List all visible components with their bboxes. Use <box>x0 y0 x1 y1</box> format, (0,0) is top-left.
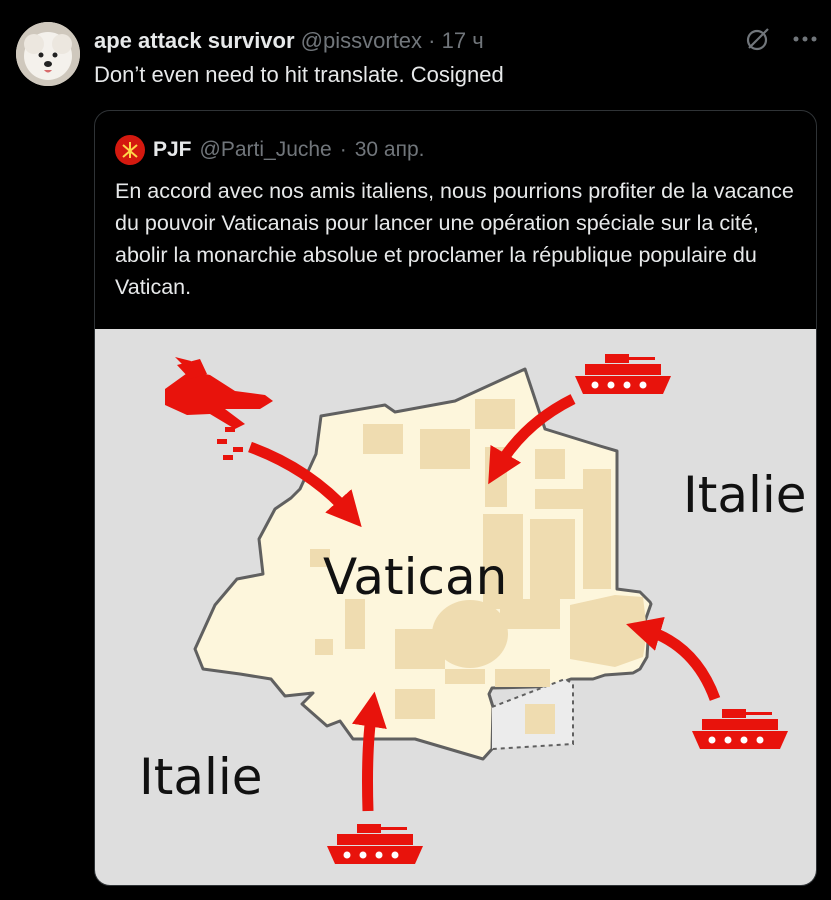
author-handle[interactable]: @pissvortex <box>301 28 422 53</box>
tank-icon-bottom <box>327 824 423 864</box>
tank-icon-right <box>692 709 788 749</box>
author-avatar[interactable] <box>16 22 80 86</box>
tank-icon-top <box>575 354 671 394</box>
more-icon[interactable] <box>793 35 817 43</box>
vatican-map-image[interactable]: Vatican Italie Italie <box>95 329 816 885</box>
separator-dot: · <box>428 28 436 53</box>
arrow-tank-right <box>626 616 721 701</box>
separator-dot: · <box>339 138 347 161</box>
post-actions <box>745 26 817 52</box>
quoted-author-handle[interactable]: @Parti_Juche <box>200 138 332 162</box>
author-name[interactable]: ape attack survivor <box>94 28 295 53</box>
arrow-tank-bottom <box>351 691 387 812</box>
quoted-author-name[interactable]: PJF <box>153 138 192 162</box>
map-illustration: Vatican Italie Italie <box>139 354 807 864</box>
post-header: ape attack survivor @pissvortex · 17 ч <box>94 28 484 54</box>
post-text: Don’t even need to hit translate. Cosign… <box>94 62 504 87</box>
party-logo-avatar[interactable] <box>115 135 145 165</box>
label-vatican: Vatican <box>323 548 507 606</box>
quoted-date[interactable]: 30 апр. <box>355 138 425 162</box>
grok-icon[interactable] <box>745 26 771 52</box>
quoted-text: En accord avec nos amis italiens, nous p… <box>115 179 794 299</box>
label-italie-bottom: Italie <box>139 748 263 806</box>
post-time[interactable]: 17 ч <box>442 28 484 53</box>
quoted-post[interactable]: PJF @Parti_Juche · 30 апр. En accord ave… <box>94 110 817 886</box>
quoted-header: PJF @Parti_Juche · 30 апр. <box>115 135 425 165</box>
hammer-sickle-brush-icon <box>122 142 138 158</box>
dog-avatar-image <box>16 22 80 86</box>
label-italie-right: Italie <box>683 466 807 524</box>
